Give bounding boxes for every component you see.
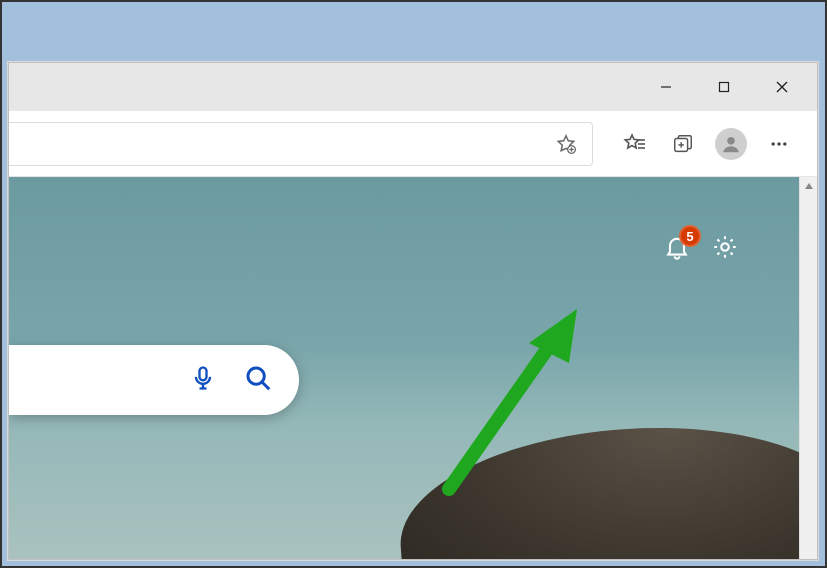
browser-window: 5	[8, 62, 818, 560]
notifications-button[interactable]: 5	[663, 233, 691, 261]
vertical-scrollbar[interactable]	[799, 177, 817, 559]
search-icon[interactable]	[243, 363, 273, 398]
maximize-button[interactable]	[695, 65, 753, 109]
minimize-button[interactable]	[637, 65, 695, 109]
favorites-icon[interactable]	[615, 124, 655, 164]
profile-avatar[interactable]	[715, 128, 747, 160]
address-bar[interactable]	[9, 122, 593, 166]
more-icon[interactable]	[759, 124, 799, 164]
background-image	[394, 413, 799, 559]
voice-search-icon[interactable]	[189, 364, 217, 397]
new-tab-page: 5	[9, 177, 799, 559]
favorite-add-icon[interactable]	[552, 124, 580, 164]
search-box[interactable]	[9, 345, 299, 415]
content-area: 5	[9, 177, 817, 559]
collections-icon[interactable]	[663, 124, 703, 164]
page-settings-button[interactable]	[711, 233, 739, 261]
window-titlebar	[9, 63, 817, 111]
notifications-badge: 5	[679, 225, 701, 247]
browser-toolbar	[9, 111, 817, 177]
scroll-up-icon[interactable]	[800, 177, 817, 195]
close-button[interactable]	[753, 65, 811, 109]
